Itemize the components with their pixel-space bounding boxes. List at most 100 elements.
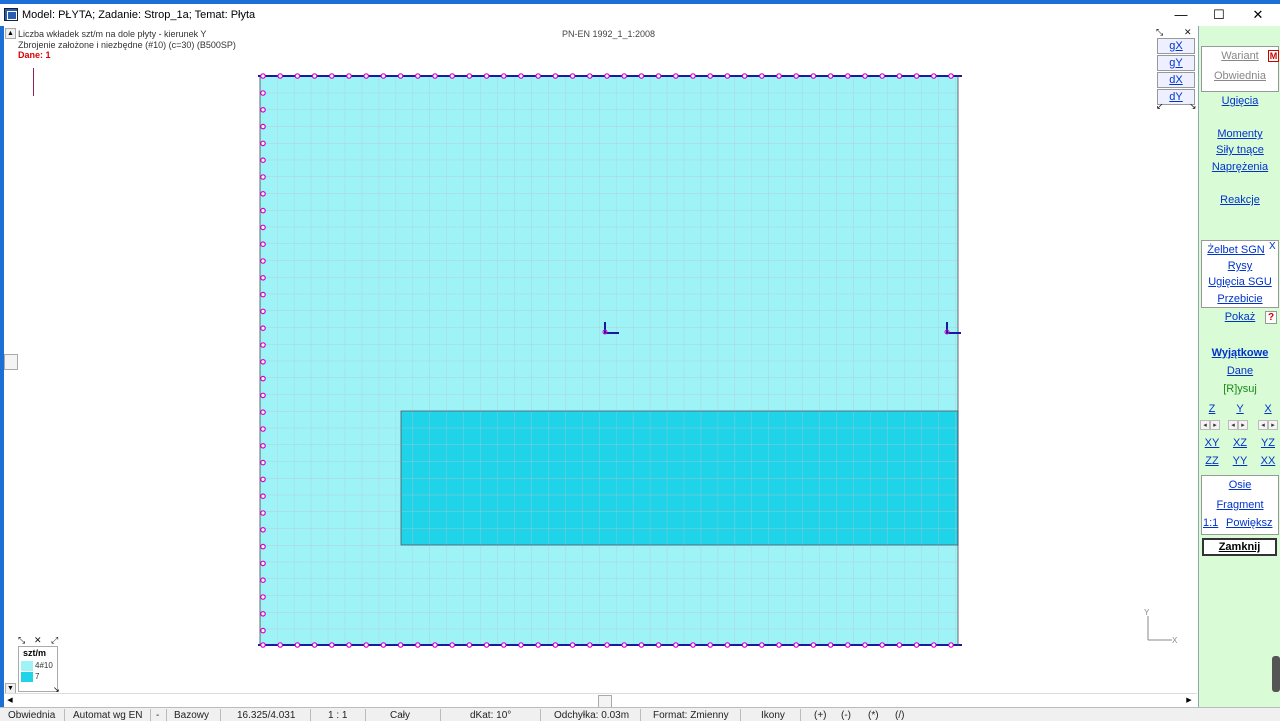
support-node xyxy=(380,642,387,648)
przebicie-link[interactable]: Przebicie xyxy=(1199,293,1280,305)
support-node xyxy=(844,73,851,79)
dir-zz-button[interactable]: ZZ xyxy=(1202,455,1222,467)
status-odchylka[interactable]: Odchyłka: 0.03m xyxy=(554,710,629,721)
rysy-link[interactable]: Rysy xyxy=(1199,260,1280,272)
support-node xyxy=(397,73,404,79)
maximize-button[interactable]: ☐ xyxy=(1199,4,1239,26)
dir-xx-button[interactable]: XX xyxy=(1258,455,1278,467)
support-node xyxy=(518,642,524,648)
support-node xyxy=(260,325,266,332)
support-node xyxy=(260,157,266,164)
status-format[interactable]: Format: Zmienny xyxy=(653,710,729,721)
close-icon[interactable]: ✕ xyxy=(1184,28,1192,37)
support-node xyxy=(260,90,266,96)
status-ikony[interactable]: Ikony xyxy=(761,710,785,721)
arrow-left-icon[interactable]: ◂ xyxy=(1200,420,1210,430)
support-node xyxy=(432,73,438,79)
dane-link[interactable]: Dane xyxy=(1199,365,1280,377)
arrow-left-icon[interactable]: ◂ xyxy=(1258,420,1268,430)
support-node xyxy=(535,73,542,79)
zamknij-button[interactable]: Zamknij xyxy=(1202,538,1277,556)
view-dx-button[interactable]: dX xyxy=(1157,72,1195,88)
support-node xyxy=(260,476,266,483)
status-zoom-out[interactable]: (-) xyxy=(841,710,851,721)
support-node xyxy=(260,241,266,248)
arrow-right-icon[interactable]: ▸ xyxy=(1210,420,1220,430)
wariant-badge[interactable]: M xyxy=(1268,50,1279,62)
powieksz-link[interactable]: Powiększ xyxy=(1226,517,1272,529)
status-multiply[interactable]: (*) xyxy=(868,710,879,721)
support-node xyxy=(328,73,335,79)
app-icon[interactable] xyxy=(4,8,18,21)
view-gy-button[interactable]: gY xyxy=(1157,55,1195,71)
panel-scroll-thumb[interactable] xyxy=(1272,656,1280,692)
zelbet-close-icon[interactable]: X xyxy=(1269,241,1276,252)
expand-icon[interactable]: ⤡ xyxy=(1156,28,1163,37)
dir-yz-button[interactable]: YZ xyxy=(1258,437,1278,449)
support-node xyxy=(724,73,731,79)
support-node xyxy=(586,642,593,648)
vertical-scroll-thumb[interactable] xyxy=(4,354,18,370)
status-caly[interactable]: Cały xyxy=(390,710,410,721)
support-node xyxy=(776,73,782,79)
support-node xyxy=(672,642,679,648)
status-separator xyxy=(540,709,541,721)
status-automat[interactable]: Automat wg EN xyxy=(73,710,142,721)
resize-icon[interactable]: ↘ xyxy=(1189,102,1197,111)
osie-link[interactable]: Osie xyxy=(1199,479,1280,491)
status-divide[interactable]: (/) xyxy=(895,710,904,721)
wyjatkowe-link[interactable]: Wyjątkowe xyxy=(1199,347,1280,359)
dir-yy-button[interactable]: YY xyxy=(1230,455,1250,467)
support-node xyxy=(466,642,473,648)
scroll-right-arrow[interactable]: ▶ xyxy=(1184,696,1194,706)
dir-z-button[interactable]: Z xyxy=(1202,403,1222,415)
status-separator xyxy=(166,709,167,721)
minimize-button[interactable]: — xyxy=(1161,4,1201,26)
close-icon[interactable]: ✕ xyxy=(34,636,42,645)
view-gx-button[interactable]: gX xyxy=(1157,38,1195,54)
naprezenia-link[interactable]: Naprężenia xyxy=(1199,161,1280,173)
support-node xyxy=(363,73,370,79)
support-node xyxy=(741,642,748,648)
obwiednia-link[interactable]: Obwiednia xyxy=(1199,70,1280,82)
scroll-up-arrow[interactable]: ▲ xyxy=(5,28,16,39)
expand-icon[interactable]: ⤢ xyxy=(51,636,58,645)
scale-link[interactable]: 1:1 xyxy=(1203,517,1218,529)
plate-drawing[interactable] xyxy=(4,26,1197,694)
support-node xyxy=(948,73,954,79)
dir-xz-button[interactable]: XZ xyxy=(1230,437,1250,449)
status-zoom-in[interactable]: (+) xyxy=(814,710,827,721)
support-node xyxy=(913,642,920,648)
support-node xyxy=(518,73,524,79)
ugiecia-sgu-link[interactable]: Ugięcia SGU xyxy=(1199,276,1280,288)
close-button[interactable]: ✕ xyxy=(1238,4,1278,26)
scroll-left-arrow[interactable]: ◀ xyxy=(5,696,15,706)
support-node xyxy=(346,642,352,648)
status-scale[interactable]: 1 : 1 xyxy=(328,710,347,721)
ugiecia-link[interactable]: Ugięcia xyxy=(1199,95,1280,107)
expand-icon[interactable]: ⤡ xyxy=(18,636,25,645)
rysuj-link[interactable]: [R]ysuj xyxy=(1199,383,1280,395)
support-node xyxy=(397,642,404,648)
momenty-link[interactable]: Momenty xyxy=(1199,128,1280,140)
dir-x-button[interactable]: X xyxy=(1258,403,1278,415)
horizontal-scrollbar[interactable]: ◀ ▶ xyxy=(4,693,1197,708)
arrow-right-icon[interactable]: ▸ xyxy=(1268,420,1278,430)
resize-icon[interactable]: ↙ xyxy=(1156,102,1164,111)
drawing-canvas[interactable] xyxy=(4,26,1197,694)
sily-tnace-link[interactable]: Siły tnące xyxy=(1199,144,1280,156)
help-icon[interactable]: ? xyxy=(1265,311,1277,324)
dir-y-button[interactable]: Y xyxy=(1230,403,1250,415)
arrow-left-icon[interactable]: ◂ xyxy=(1228,420,1238,430)
reakcje-link[interactable]: Reakcje xyxy=(1199,194,1280,206)
support-node xyxy=(638,642,645,648)
status-bazowy[interactable]: Bazowy xyxy=(174,710,209,721)
status-obwiednia[interactable]: Obwiednia xyxy=(8,710,55,721)
fragment-link[interactable]: Fragment xyxy=(1199,499,1280,511)
norm-label: PN-EN 1992_1_1:2008 xyxy=(562,29,656,39)
dir-xy-button[interactable]: XY xyxy=(1202,437,1222,449)
zelbet-sgn-link[interactable]: Żelbet SGN xyxy=(1195,244,1277,256)
status-dkat[interactable]: dKat: 10° xyxy=(470,710,511,721)
support-node xyxy=(810,642,817,648)
arrow-right-icon[interactable]: ▸ xyxy=(1238,420,1248,430)
